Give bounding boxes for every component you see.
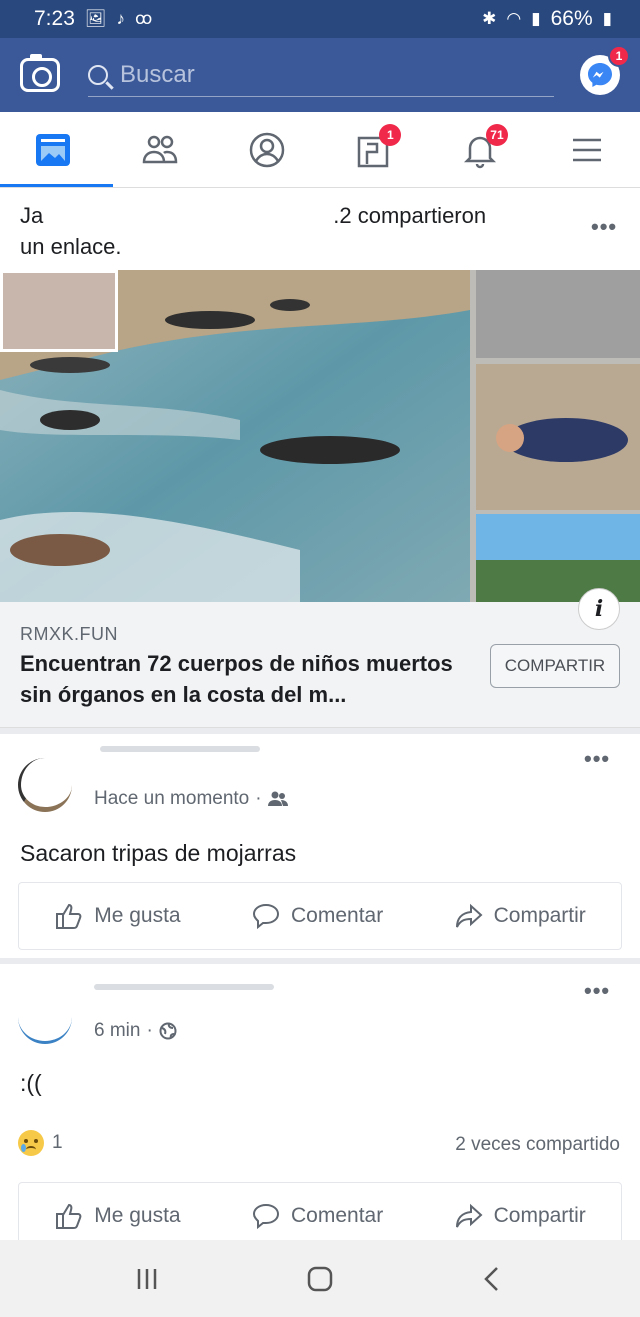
tiktok-icon: ♪ [116,9,125,28]
voicemail-icon: ꝏ [134,9,153,28]
status-right: ✱ ◠ ▮ 66% ▮ [482,7,612,31]
shared-post-header-mid: .2 compartieron [333,203,487,228]
menu-icon [572,138,601,161]
tab-friends[interactable] [130,120,190,180]
share-icon [455,1203,483,1228]
like-label: Me gusta [94,904,181,927]
comment-icon [252,1203,280,1230]
link-title[interactable]: Encuentran 72 cuerpos de niños muertos s… [20,648,475,710]
timestamp-2[interactable]: 6 min [94,1020,140,1042]
sad-reaction-icon [18,1130,44,1156]
system-nav-bar [0,1240,640,1317]
pages-badge: 1 [379,123,402,146]
messenger-button[interactable]: 1 [580,45,630,95]
search-icon [88,64,108,85]
post-meta-2: 6 min · [94,1020,177,1042]
globe-icon [159,1022,177,1040]
share-button[interactable]: Compartir [454,1201,586,1231]
recents-button[interactable] [127,1259,167,1299]
redacted-name-1 [100,746,260,752]
tab-menu[interactable] [557,120,617,180]
share-button[interactable]: Compartir [454,901,586,931]
share-label: Compartir [493,1204,586,1227]
home-icon [307,1266,333,1291]
post-more-button-2[interactable]: ••• [584,978,610,1004]
status-time: 7:23 [34,7,75,30]
messenger-icon [588,63,612,87]
top-bar: Buscar 1 [0,38,640,112]
signal-icon: ▮ [531,9,541,28]
tab-notifications[interactable]: 71 [450,120,510,180]
share-link-button[interactable]: COMPARTIR [490,644,620,688]
avatar-1[interactable] [18,758,72,812]
shared-post-header: Ja .2 compartieron un enlace. [20,200,580,262]
tab-pages[interactable]: 1 [343,120,403,180]
dot-separator: · [146,1020,153,1041]
avatar-2[interactable] [18,990,72,1044]
status-bar: 7:23 🖼 ♪ ꝏ ✱ ◠ ▮ 66% ▮ [0,0,640,38]
comment-label: Comentar [291,1204,384,1227]
profile-icon [249,132,284,167]
info-button[interactable]: i [578,588,620,630]
status-left: 7:23 🖼 ♪ ꝏ [34,7,152,31]
side-photo-2 [476,364,640,602]
like-button[interactable]: Me gusta [54,901,181,931]
action-bar-1: Me gusta Comentar Compartir [18,882,622,950]
messenger-badge: 1 [608,45,630,67]
post-meta-1: Hace un momento · [94,788,288,810]
bluetooth-icon: ✱ [482,9,497,28]
redacted-name-2 [94,984,274,990]
home-button[interactable] [300,1259,340,1299]
search-bar[interactable]: Buscar [88,53,554,97]
post-more-button-1[interactable]: ••• [584,746,610,772]
inset-photo [0,270,118,352]
wifi-icon: ◠ [506,9,522,28]
recents-icon [137,1268,156,1289]
post-more-button[interactable]: ••• [591,214,617,240]
link-image[interactable] [0,270,640,602]
camera-icon[interactable] [20,54,60,92]
like-label: Me gusta [94,1204,181,1227]
share-icon [455,903,483,928]
reaction-count: 1 [52,1132,63,1153]
comment-icon [252,903,280,930]
link-preview[interactable]: RMXK.FUN Encuentran 72 cuerpos de niños … [0,602,640,728]
back-button[interactable] [473,1259,513,1299]
reactions[interactable]: 1 [18,1130,63,1156]
shared-post-header-end: un enlace. [20,234,122,259]
friends-icon [142,135,178,163]
share-count[interactable]: 2 veces compartido [455,1134,620,1156]
battery-icon: ▮ [602,9,612,28]
link-domain: RMXK.FUN [20,624,118,644]
share-label: Compartir [493,904,586,927]
like-button[interactable]: Me gusta [54,1201,181,1231]
comment-button[interactable]: Comentar [251,1201,383,1231]
notifications-badge: 71 [485,123,508,146]
shared-post-author-start[interactable]: Ja [20,203,43,228]
image-icon: 🖼 [84,9,107,28]
comment-button[interactable]: Comentar [251,901,383,931]
thumbs-up-icon [56,1203,82,1229]
dot-separator: · [255,788,262,809]
friends-audience-icon [267,791,288,806]
side-photo-1 [476,270,640,358]
comment-label: Comentar [291,904,384,927]
separator [0,958,640,964]
post-text-2: :(( [20,1070,42,1096]
battery-level: 66% [550,7,593,30]
search-placeholder[interactable]: Buscar [120,61,195,89]
tear-icon [21,1144,26,1152]
news-feed-icon [36,133,71,166]
thumbs-up-icon [56,903,82,929]
timestamp-1[interactable]: Hace un momento [94,788,249,810]
nav-tabs: 1 71 [0,112,640,188]
post-text-1: Sacaron tripas de mojarras [20,840,297,866]
tab-news-feed[interactable] [0,120,114,187]
tab-profile[interactable] [237,120,297,180]
back-icon [484,1266,499,1291]
separator [0,728,640,734]
